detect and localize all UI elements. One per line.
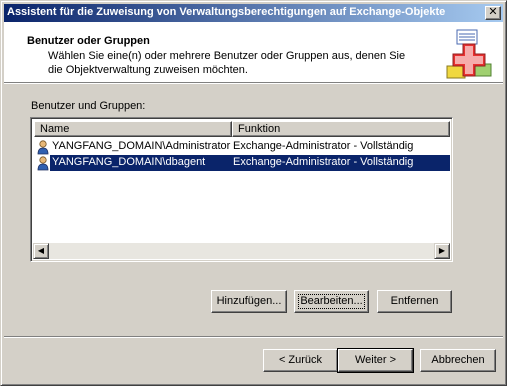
arrow-left-icon: ◀ <box>37 246 45 255</box>
close-icon: ✕ <box>488 6 498 18</box>
add-button-label: Hinzufügen... <box>216 295 282 307</box>
group-label: Benutzer und Gruppen: <box>31 100 146 112</box>
column-header-role[interactable]: Funktion <box>232 121 450 137</box>
column-header-name-label: Name <box>40 123 70 135</box>
row-name: YANGFANG_DOMAIN\dbagent <box>52 156 206 168</box>
next-button-label: Weiter > <box>354 354 397 366</box>
user-list[interactable]: Name Funktion YANGFANG_DOMAIN\Administra… <box>30 117 453 262</box>
footer-separator <box>4 336 503 338</box>
title-bar[interactable]: Assistent für die Zuweisung von Verwaltu… <box>4 4 503 22</box>
column-header-name[interactable]: Name <box>34 121 232 137</box>
page-description: Wählen Sie eine(n) oder mehrere Benutzer… <box>48 50 406 76</box>
cancel-button[interactable]: Abbrechen <box>420 349 496 372</box>
column-header-role-label: Funktion <box>238 123 281 135</box>
close-button[interactable]: ✕ <box>485 6 501 20</box>
wizard-header: Benutzer oder Gruppen Wählen Sie eine(n)… <box>4 22 503 82</box>
wizard-window: Assistent für die Zuweisung von Verwaltu… <box>0 0 507 386</box>
edit-button-label: Bearbeiten... <box>300 295 363 307</box>
add-button[interactable]: Hinzufügen... <box>211 290 287 313</box>
exchange-wizard-icon <box>446 29 492 79</box>
back-button-label: < Zurück <box>278 354 323 366</box>
back-button[interactable]: < Zurück <box>263 349 338 372</box>
header-separator <box>4 82 503 84</box>
table-row[interactable]: YANGFANG_DOMAIN\Administrator Exchange-A… <box>34 139 450 155</box>
scroll-left-button[interactable]: ◀ <box>33 243 49 259</box>
page-title: Benutzer oder Gruppen <box>27 35 150 47</box>
user-icon <box>37 140 49 155</box>
row-role: Exchange-Administrator - Vollständig <box>233 140 414 152</box>
horizontal-scrollbar[interactable]: ◀ ▶ <box>33 243 450 259</box>
arrow-right-icon: ▶ <box>438 246 446 255</box>
cancel-button-label: Abbrechen <box>431 354 485 366</box>
row-role: Exchange-Administrator - Vollständig <box>233 156 414 168</box>
edit-button[interactable]: Bearbeiten... <box>294 290 369 313</box>
table-row[interactable]: YANGFANG_DOMAIN\dbagent Exchange-Adminis… <box>34 155 450 171</box>
user-icon <box>37 156 49 171</box>
window-title: Assistent für die Zuweisung von Verwaltu… <box>7 6 446 18</box>
remove-button-label: Entfernen <box>390 295 439 307</box>
remove-button[interactable]: Entfernen <box>377 290 452 313</box>
next-button[interactable]: Weiter > <box>337 348 414 373</box>
row-name: YANGFANG_DOMAIN\Administrator <box>52 140 231 152</box>
scroll-right-button[interactable]: ▶ <box>434 243 450 259</box>
